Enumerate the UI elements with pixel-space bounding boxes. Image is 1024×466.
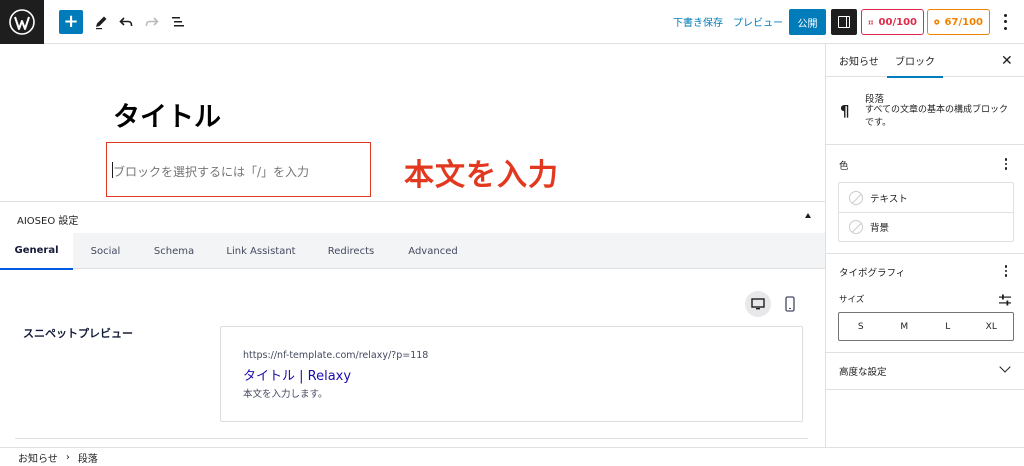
custom-size-sliders-icon[interactable] [998,291,1012,306]
gear-icon [934,19,940,25]
advanced-section-title[interactable]: 高度な設定 [839,364,887,378]
color-background-label: 背景 [870,223,890,234]
font-size-l[interactable]: L [926,313,970,340]
undo-icon[interactable] [114,10,138,34]
edit-pencil-icon[interactable] [89,10,113,34]
empty-swatch-icon [849,190,863,205]
editor-top-toolbar: + 下書き保存 プレビュー 公開 00/100 67/100 [0,0,1024,44]
collapse-caret-icon[interactable] [805,213,811,218]
section-divider [826,253,1024,254]
section-divider [826,389,1024,390]
mobile-preview-icon[interactable] [783,295,797,313]
publish-button[interactable]: 公開 [789,9,826,35]
aioseo-metabox-header[interactable]: AIOSEO 設定 [0,201,826,233]
tab-redirects[interactable]: Redirects [312,233,390,269]
sidebar-tabs: お知らせ ブロック ✕ [826,44,1024,78]
empty-swatch-icon [849,220,863,234]
breadcrumb-item-paragraph[interactable]: 段落 [78,450,98,465]
color-text-item[interactable]: テキスト [839,183,1013,212]
font-size-toggle-group: S M L XL [838,312,1014,341]
snippet-url: https://nf-template.com/relaxy/?p=118 [243,350,429,361]
color-section-title: 色 [839,161,849,172]
paragraph-block-input[interactable]: ブロックを選択するには「/」を入力 [111,162,309,180]
tab-general[interactable]: General [0,233,73,270]
block-card: ¶ 段落 すべての文章の基本の構成ブロックです。 [826,78,1024,145]
font-size-xl[interactable]: XL [970,313,1014,340]
list-view-icon[interactable] [166,10,190,34]
section-divider [826,352,1024,353]
tab-schema[interactable]: Schema [138,233,210,269]
aioseo-score-value: 00/100 [878,16,917,28]
aioseo-score-button[interactable]: 00/100 [861,9,924,35]
tab-social[interactable]: Social [73,233,138,269]
color-settings-list: テキスト 背景 [838,182,1014,242]
annotation-label: 本文を入力 [404,158,559,193]
paragraph-pilcrow-icon: ¶ [840,102,850,120]
close-icon[interactable]: ✕ [1001,53,1013,69]
color-background-item[interactable]: 背景 [839,212,1013,241]
block-name: 段落 [865,94,885,105]
typography-section-title: タイポグラフィ [839,268,906,279]
desktop-preview-icon[interactable] [745,291,771,317]
font-size-s[interactable]: S [839,313,883,340]
trueseo-score-button[interactable]: 67/100 [927,9,990,35]
snippet-preview-label: スニペットプレビュー [23,327,133,340]
add-block-button[interactable]: + [59,10,83,34]
color-text-label: テキスト [870,193,908,205]
font-size-m[interactable]: M [883,313,927,340]
trueseo-score-value: 67/100 [944,16,983,28]
font-size-label: サイズ [839,295,865,305]
snippet-description: 本文を入力します。 [243,389,328,400]
block-breadcrumb: お知らせ › 段落 [0,447,1024,466]
chevron-down-icon[interactable] [999,361,1011,373]
redo-icon[interactable] [140,10,164,34]
post-title-input[interactable]: タイトル [113,95,221,134]
wordpress-logo-icon[interactable] [0,0,44,44]
tab-post[interactable]: お知らせ [839,44,879,77]
aioseo-metabox-title: AIOSEO 設定 [17,216,79,227]
breadcrumb-item-post[interactable]: お知らせ [18,450,58,465]
settings-sidebar: お知らせ ブロック ✕ ¶ 段落 すべての文章の基本の構成ブロックです。 色 テ… [825,44,1024,447]
preview-button[interactable]: プレビュー [733,14,783,29]
snippet-title: タイトル | Relaxy [243,369,352,384]
tab-advanced[interactable]: Advanced [390,233,476,269]
color-options-icon[interactable] [1004,157,1008,171]
settings-sidebar-toggle-button[interactable] [831,9,857,35]
tab-block[interactable]: ブロック [887,44,943,78]
breadcrumb-separator-icon: › [65,451,70,463]
tab-link-assistant[interactable]: Link Assistant [210,233,312,269]
typography-options-icon[interactable] [1004,264,1008,278]
aioseo-tabbar: General Social Schema Link Assistant Red… [0,233,826,270]
metabox-divider [15,438,808,439]
block-description: すべての文章の基本の構成ブロックです。 [865,105,1009,128]
sidebar-panel-icon [838,16,850,28]
more-options-icon[interactable] [999,12,1011,32]
snippet-preview-card: https://nf-template.com/relaxy/?p=118 タイ… [220,326,803,422]
aioseo-logo-icon [868,20,874,24]
save-draft-button[interactable]: 下書き保存 [673,14,723,29]
